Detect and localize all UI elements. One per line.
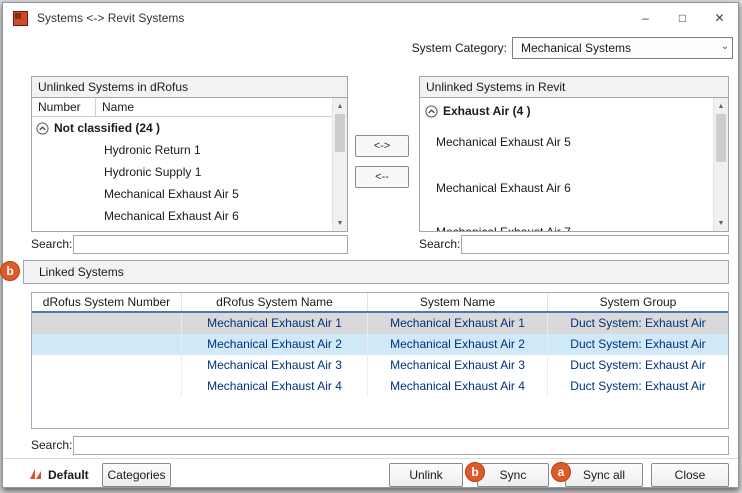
cell-number [32, 355, 182, 376]
cell-system-name: Mechanical Exhaust Air 1 [368, 313, 548, 334]
scrollbar-down-icon[interactable]: ▼ [714, 216, 728, 230]
drofus-unlinked-table: Number Name Not classified (24 ) Hydroni… [31, 98, 348, 232]
drofus-panel-header: Unlinked Systems in dRofus [31, 76, 348, 98]
system-category-label: System Category: [333, 37, 507, 59]
cell-number [32, 313, 182, 334]
annotation-badge-b: b [0, 261, 20, 281]
list-item[interactable]: Hydronic Return 1 [32, 139, 332, 161]
window-controls: – □ ✕ [627, 3, 738, 33]
annotation-badge-a: a [551, 462, 571, 482]
column-header-drofus-name[interactable]: dRofus System Name [182, 293, 368, 311]
close-button[interactable]: Close [651, 463, 729, 487]
system-category-dropdown[interactable]: Mechanical Systems [512, 37, 733, 59]
drofus-search-input[interactable] [73, 235, 348, 254]
scrollbar-up-icon[interactable]: ▲ [333, 99, 347, 113]
cell-system-name: Mechanical Exhaust Air 4 [368, 376, 548, 397]
table-row[interactable]: Mechanical Exhaust Air 4 Mechanical Exha… [32, 376, 728, 397]
scrollbar-thumb[interactable] [716, 114, 726, 162]
window-title: Systems <-> Revit Systems [37, 11, 184, 25]
column-header-system-group[interactable]: System Group [548, 293, 728, 311]
column-header-name[interactable]: Name [96, 98, 332, 116]
linked-search-input[interactable] [73, 436, 729, 455]
cell-number [32, 334, 182, 355]
list-item[interactable]: Mechanical Exhaust Air 6 [436, 179, 571, 197]
list-item[interactable]: Hydronic Supply 1 [32, 161, 332, 183]
collapse-group-icon[interactable] [425, 105, 438, 118]
cell-drofus-name: Mechanical Exhaust Air 2 [182, 334, 368, 355]
drofus-search-label: Search: [31, 235, 72, 254]
minimize-button[interactable]: – [627, 3, 664, 33]
cell-drofus-name: Mechanical Exhaust Air 4 [182, 376, 368, 397]
cell-system-group: Duct System: Exhaust Air [548, 355, 728, 376]
drofus-group-row[interactable]: Not classified (24 ) [32, 117, 332, 139]
revit-scrollbar[interactable]: ▲ ▼ [713, 98, 728, 231]
unlink-button[interactable]: Unlink [389, 463, 463, 487]
column-header-system-name[interactable]: System Name [368, 293, 548, 311]
chevron-down-icon[interactable]: ⌄ [717, 37, 733, 59]
close-icon[interactable]: ✕ [701, 3, 738, 33]
cell-number [32, 376, 182, 397]
revit-search-label: Search: [419, 235, 460, 254]
cell-system-group: Duct System: Exhaust Air [548, 376, 728, 397]
revit-search-input[interactable] [461, 235, 729, 254]
systems-dialog: Systems <-> Revit Systems – □ ✕ System C… [2, 2, 739, 488]
cell-system-group: Duct System: Exhaust Air [548, 334, 728, 355]
table-row[interactable]: Mechanical Exhaust Air 1 Mechanical Exha… [32, 313, 728, 334]
list-item[interactable]: Mechanical Exhaust Air 5 [436, 133, 571, 151]
sync-all-button[interactable]: Sync all [565, 463, 643, 487]
drofus-group-label: Not classified (24 ) [54, 117, 160, 139]
drofus-logo-icon [13, 11, 28, 26]
list-item[interactable]: Mechanical Exhaust Air 5 [32, 183, 332, 205]
cell-system-group: Duct System: Exhaust Air [548, 313, 728, 334]
cell-drofus-name: Mechanical Exhaust Air 1 [182, 313, 368, 334]
linked-search-label: Search: [31, 436, 72, 455]
list-item[interactable]: Mechanical Exhaust Air 7 [436, 223, 571, 232]
column-header-number[interactable]: Number [32, 98, 96, 116]
cell-drofus-name: Mechanical Exhaust Air 3 [182, 355, 368, 376]
table-row[interactable]: Mechanical Exhaust Air 3 Mechanical Exha… [32, 355, 728, 376]
maximize-button[interactable]: □ [664, 3, 701, 33]
annotation-badge-b-footer: b [465, 462, 485, 482]
drofus-scrollbar[interactable]: ▲ ▼ [332, 98, 347, 231]
drofus-table-header: Number Name [32, 98, 332, 117]
link-button[interactable]: <-> [355, 135, 409, 157]
footer-divider [3, 458, 738, 459]
cell-system-name: Mechanical Exhaust Air 3 [368, 355, 548, 376]
column-header-drofus-number[interactable]: dRofus System Number [32, 293, 182, 311]
revit-group-label: Exhaust Air (4 ) [443, 104, 531, 118]
list-item[interactable]: Mechanical Exhaust Air 6 [32, 205, 332, 227]
default-label: Default [48, 468, 89, 482]
scrollbar-thumb[interactable] [335, 114, 345, 152]
titlebar: Systems <-> Revit Systems – □ ✕ [3, 3, 738, 33]
cell-system-name: Mechanical Exhaust Air 2 [368, 334, 548, 355]
revit-unlinked-list: Exhaust Air (4 ) Mechanical Exhaust Air … [419, 98, 729, 232]
scrollbar-up-icon[interactable]: ▲ [714, 99, 728, 113]
scrollbar-down-icon[interactable]: ▼ [333, 216, 347, 230]
linked-systems-header: Linked Systems [23, 260, 729, 284]
default-database-selector[interactable]: Default [29, 462, 89, 488]
revit-panel-header: Unlinked Systems in Revit [419, 76, 729, 98]
categories-button[interactable]: Categories [102, 463, 171, 487]
drofus-default-icon [29, 467, 42, 483]
revit-group-row[interactable]: Exhaust Air (4 ) [425, 102, 531, 120]
unlink-arrow-button[interactable]: <-- [355, 166, 409, 188]
linked-systems-table: dRofus System Number dRofus System Name … [31, 292, 729, 429]
collapse-group-icon[interactable] [36, 122, 49, 135]
sync-button[interactable]: Sync [477, 463, 549, 487]
table-row[interactable]: Mechanical Exhaust Air 2 Mechanical Exha… [32, 334, 728, 355]
linked-table-header: dRofus System Number dRofus System Name … [32, 293, 728, 313]
